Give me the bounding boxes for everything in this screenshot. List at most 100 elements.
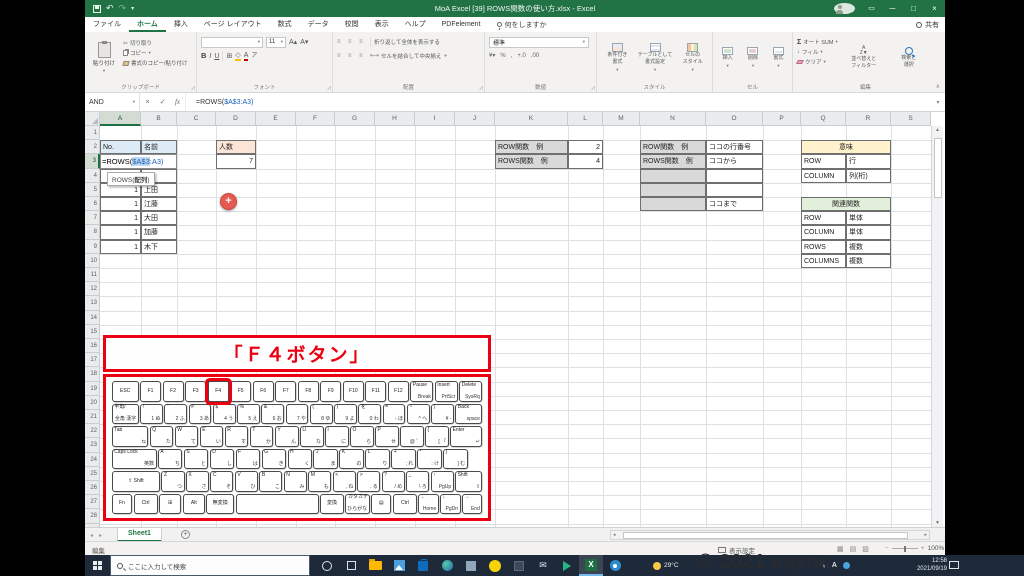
cell-A6[interactable]: 1: [100, 197, 141, 211]
column-header-F[interactable]: F: [296, 112, 335, 126]
cell-O5[interactable]: [706, 183, 763, 197]
cell-Q3[interactable]: ROW: [801, 154, 846, 168]
horizontal-scroll-thumb[interactable]: [623, 532, 908, 539]
column-header-P[interactable]: P: [763, 112, 801, 126]
cell-L2[interactable]: 2: [568, 140, 603, 154]
cell-R10[interactable]: 複数: [846, 254, 891, 268]
zoom-level[interactable]: 100%: [928, 545, 945, 552]
decrease-decimal-icon[interactable]: .00: [531, 53, 539, 59]
cell-O2[interactable]: ココの行番号: [706, 140, 763, 154]
row-header-13[interactable]: 13: [85, 296, 100, 310]
row-header-28[interactable]: 28: [85, 509, 100, 523]
cell-O6[interactable]: ココまで: [706, 197, 763, 211]
cell-A9[interactable]: 1: [100, 240, 141, 254]
cell-Q9[interactable]: ROWS: [801, 240, 846, 254]
cell-Q10[interactable]: COLUMNS: [801, 254, 846, 268]
row-header-17[interactable]: 17: [85, 353, 100, 367]
align-left-icon[interactable]: ≡: [337, 53, 345, 59]
dialog-launcher-icon[interactable]: ◿: [479, 85, 483, 91]
row-header-15[interactable]: 15: [85, 325, 100, 339]
maximize-button[interactable]: □: [903, 0, 924, 17]
clear-button[interactable]: クリア▾: [797, 58, 838, 66]
avatar[interactable]: [834, 3, 855, 14]
edge-icon[interactable]: [435, 555, 459, 576]
column-header-D[interactable]: D: [216, 112, 256, 126]
explorer-icon[interactable]: [363, 555, 387, 576]
cell-N4[interactable]: [640, 169, 706, 183]
cell-Q4[interactable]: COLUMN: [801, 169, 846, 183]
cell-Q8[interactable]: COLUMN: [801, 225, 846, 239]
row-header-14[interactable]: 14: [85, 311, 100, 325]
row-header-11[interactable]: 11: [85, 268, 100, 282]
row-header-2[interactable]: 2: [85, 140, 100, 154]
percent-format-icon[interactable]: %: [500, 53, 505, 59]
row-header-9[interactable]: 9: [85, 240, 100, 254]
ribbon-display-options-icon[interactable]: ▭: [861, 0, 882, 17]
undo-icon[interactable]: ↶: [106, 4, 114, 13]
column-header-C[interactable]: C: [177, 112, 216, 126]
zoom-slider[interactable]: [892, 548, 918, 549]
tab-view[interactable]: 表示: [367, 17, 397, 32]
borders-icon[interactable]: ⊞: [226, 53, 232, 60]
dialog-launcher-icon[interactable]: ◿: [591, 85, 595, 91]
share-button[interactable]: 共有: [916, 20, 939, 30]
media-app-icon[interactable]: [555, 555, 579, 576]
excel-icon[interactable]: X: [579, 555, 603, 576]
vertical-scrollbar[interactable]: ▲▼: [931, 126, 943, 527]
customize-toolbar-chevron-icon[interactable]: ▾: [131, 6, 134, 12]
yellow-app-icon[interactable]: [483, 555, 507, 576]
column-header-J[interactable]: J: [455, 112, 495, 126]
sort-filter-button[interactable]: AZ▼ 並べ替えとフィルター: [842, 35, 886, 81]
format-as-table-button[interactable]: テーブルとして書式設定▾: [638, 35, 673, 81]
cell-A7[interactable]: 1: [100, 211, 141, 225]
cell-D2[interactable]: 人数: [216, 140, 256, 154]
row-header-5[interactable]: 5: [85, 183, 100, 197]
add-sheet-icon[interactable]: +: [181, 530, 190, 539]
row-header-8[interactable]: 8: [85, 225, 100, 239]
column-header-H[interactable]: H: [375, 112, 415, 126]
column-header-M[interactable]: M: [603, 112, 640, 126]
fill-button[interactable]: ↓フィル▾: [797, 48, 838, 56]
decrease-font-icon[interactable]: A▾: [300, 39, 308, 46]
close-button[interactable]: ×: [924, 0, 945, 17]
cancel-entry-icon[interactable]: ×: [140, 93, 155, 111]
save-icon[interactable]: [93, 5, 101, 13]
redo-icon[interactable]: ↷: [119, 4, 127, 13]
increase-decimal-icon[interactable]: +.0: [517, 53, 526, 59]
cortana-icon[interactable]: [315, 555, 339, 576]
normal-view-icon[interactable]: ▦: [837, 545, 844, 553]
zoom-in-icon[interactable]: +: [921, 545, 925, 552]
cell-A8[interactable]: 1: [100, 225, 141, 239]
tab-file[interactable]: ファイル: [85, 17, 129, 32]
weather-widget[interactable]: 29°C: [653, 555, 679, 576]
column-header-L[interactable]: L: [568, 112, 603, 126]
next-sheet-icon[interactable]: ▸: [99, 532, 102, 539]
align-right-icon[interactable]: ≡: [359, 53, 367, 59]
align-center-icon[interactable]: ≡: [348, 53, 356, 59]
tab-insert[interactable]: 挿入: [166, 17, 196, 32]
expand-formula-bar-icon[interactable]: ▾: [931, 93, 945, 111]
horizontal-scrollbar[interactable]: ◂ ▸: [610, 530, 930, 540]
zoom-out-icon[interactable]: −: [885, 545, 889, 552]
sheet-tab-sheet1[interactable]: Sheet1: [117, 528, 162, 542]
pin-app-icon[interactable]: [507, 555, 531, 576]
formula-input[interactable]: =ROWS($A$3:A3): [185, 93, 931, 111]
indent-icons[interactable]: ⇤⇥: [370, 53, 378, 59]
tab-home[interactable]: ホーム: [129, 17, 166, 32]
cell-B6[interactable]: 江藤: [141, 197, 177, 211]
notification-center-icon[interactable]: [949, 561, 959, 569]
vertical-scroll-thumb[interactable]: [934, 138, 942, 198]
align-bottom-icon[interactable]: ≡: [359, 39, 367, 45]
taskbar-search-input[interactable]: ここに入力して検索: [110, 555, 310, 576]
italic-button[interactable]: I: [209, 53, 211, 60]
font-size-select[interactable]: 11▾: [266, 37, 286, 48]
cell-L3[interactable]: 4: [568, 154, 603, 168]
cell-K2[interactable]: ROW関数 例: [495, 140, 568, 154]
column-header-N[interactable]: N: [640, 112, 706, 126]
delete-cells-button[interactable]: 削除▾: [742, 35, 763, 81]
notes-icon[interactable]: [459, 555, 483, 576]
merge-center-button[interactable]: セルを結合して中央揃え: [381, 52, 441, 60]
zoom-slider-thumb[interactable]: [904, 546, 907, 552]
cell-N2[interactable]: ROW関数 例: [640, 140, 706, 154]
tab-help[interactable]: ヘルプ: [397, 17, 434, 32]
